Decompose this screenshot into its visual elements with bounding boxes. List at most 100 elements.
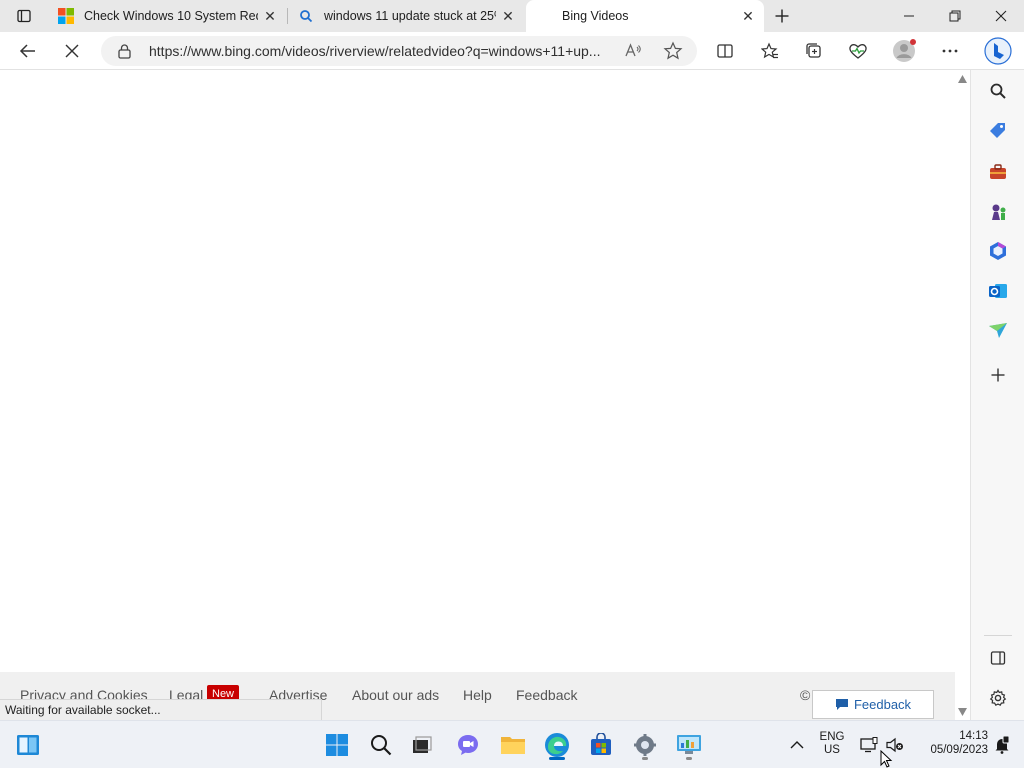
tab-strip: Check Windows 10 System Requ ✕ windows 1… [0,0,1024,32]
minimize-button[interactable] [886,0,932,32]
favorite-star-button[interactable] [663,41,683,61]
back-arrow-icon [19,44,35,58]
sidebar-shopping-button[interactable] [984,117,1012,145]
tab-windows-update-search[interactable]: windows 11 update stuck at 25% ✕ [288,0,524,32]
sidebar-tools-button[interactable] [984,158,1012,186]
clock-date: 05/09/2023 [930,744,988,756]
widgets-button[interactable] [12,729,44,761]
tab-actions-icon [17,9,31,23]
about-our-ads-link[interactable]: About our ads [352,687,439,703]
sidebar-add-button[interactable] [984,361,1012,389]
tab-title: Check Windows 10 System Requ [84,9,258,23]
lock-icon[interactable] [118,44,131,59]
language-code: ENG [819,731,845,743]
sidebar-settings-button[interactable] [984,684,1012,712]
address-bar[interactable]: https://www.bing.com/videos/riverview/re… [101,36,697,66]
teams-chat-icon [458,735,478,755]
avatar [893,39,916,62]
edge-icon [545,733,569,757]
sidebar-games-button[interactable] [984,198,1012,226]
close-icon [995,10,1007,22]
sidebar-search-button[interactable] [984,77,1012,105]
show-hidden-icons-button[interactable] [782,729,812,761]
edge-sidebar [970,70,1024,720]
mouse-cursor-icon [880,750,893,768]
tab-check-windows[interactable]: Check Windows 10 System Requ ✕ [48,0,286,32]
clock-time: 14:13 [959,730,988,742]
status-bar: Waiting for available socket... [0,699,322,720]
language-indicator[interactable]: ENG US [813,731,851,756]
tab-actions-button[interactable] [8,0,40,32]
folder-icon [501,737,525,754]
close-tab-icon[interactable]: ✕ [258,4,282,28]
profile-button[interactable] [888,35,920,67]
chevron-up-icon [790,741,804,749]
microsoft-store-button[interactable] [585,729,617,761]
close-tab-icon[interactable]: ✕ [496,4,520,28]
chess-piece-icon [992,204,1006,220]
edge-button[interactable] [541,729,573,761]
tab-title: windows 11 update stuck at 25% [324,9,496,23]
task-view-button[interactable] [406,729,438,761]
tab-bing-videos[interactable]: Bing Videos ✕ [526,0,764,32]
scroll-up-icon[interactable] [958,75,967,83]
taskbar-search-button[interactable] [365,729,397,761]
read-aloud-icon [625,43,641,57]
vertical-scrollbar[interactable] [955,71,970,720]
file-explorer-button[interactable] [497,729,529,761]
notifications-button[interactable] [988,729,1016,761]
notification-bell-icon [995,736,1010,754]
toolbox-icon [990,164,1006,179]
control-panel-button[interactable] [673,729,705,761]
collections-button[interactable] [798,35,830,67]
url-text[interactable]: https://www.bing.com/videos/riverview/re… [149,43,617,59]
browser-toolbar: https://www.bing.com/videos/riverview/re… [0,32,1024,70]
search-icon [990,83,1006,99]
stop-loading-button[interactable] [56,35,88,67]
microsoft-365-icon [990,242,1006,260]
widgets-icon [17,735,39,755]
scroll-down-icon[interactable] [958,708,967,716]
chat-button[interactable] [452,729,484,761]
heart-pulse-icon [849,44,867,59]
tab-title: Bing Videos [562,9,629,23]
help-link[interactable]: Help [463,687,492,703]
feedback-button[interactable]: Feedback [812,690,934,719]
sidebar-microsoft-365-button[interactable] [984,237,1012,265]
clock[interactable]: 14:13 05/09/2023 [912,730,988,756]
favorites-button[interactable] [754,35,786,67]
windows-taskbar: ENG US 14:13 05/09/2023 [0,720,1024,768]
network-status-button[interactable] [855,729,883,761]
split-screen-button[interactable] [709,35,741,67]
favorites-icon [761,42,778,59]
gear-icon [634,734,656,756]
restore-button[interactable] [932,0,978,32]
active-app-indicator [549,757,565,760]
browser-essentials-button[interactable] [842,35,874,67]
sidebar-drop-button[interactable] [984,317,1012,345]
close-tab-icon[interactable]: ✕ [736,4,760,28]
sidebar-outlook-button[interactable] [984,277,1012,305]
running-app-indicator [686,757,692,760]
bing-copilot-button[interactable] [981,34,1015,68]
store-bag-icon [591,733,611,755]
split-screen-icon [717,44,733,58]
sidebar-panel-toggle-button[interactable] [984,644,1012,672]
stop-icon [65,44,79,58]
restore-icon [949,10,961,22]
settings-and-more-button[interactable] [934,35,966,67]
close-window-button[interactable] [978,0,1024,32]
shopping-tag-icon [990,123,1005,138]
sidebar-divider [984,635,1012,636]
back-button[interactable] [12,35,44,67]
start-button[interactable] [321,729,353,761]
settings-app-button[interactable] [629,729,661,761]
chat-bubble-icon [835,699,848,710]
panel-icon [990,651,1006,665]
new-tab-button[interactable] [766,0,798,32]
outlook-icon [989,284,1007,298]
read-aloud-button[interactable] [623,41,643,61]
feedback-link[interactable]: Feedback [516,687,577,703]
keyboard-layout: US [824,744,840,756]
copyright-text: © [800,687,811,703]
